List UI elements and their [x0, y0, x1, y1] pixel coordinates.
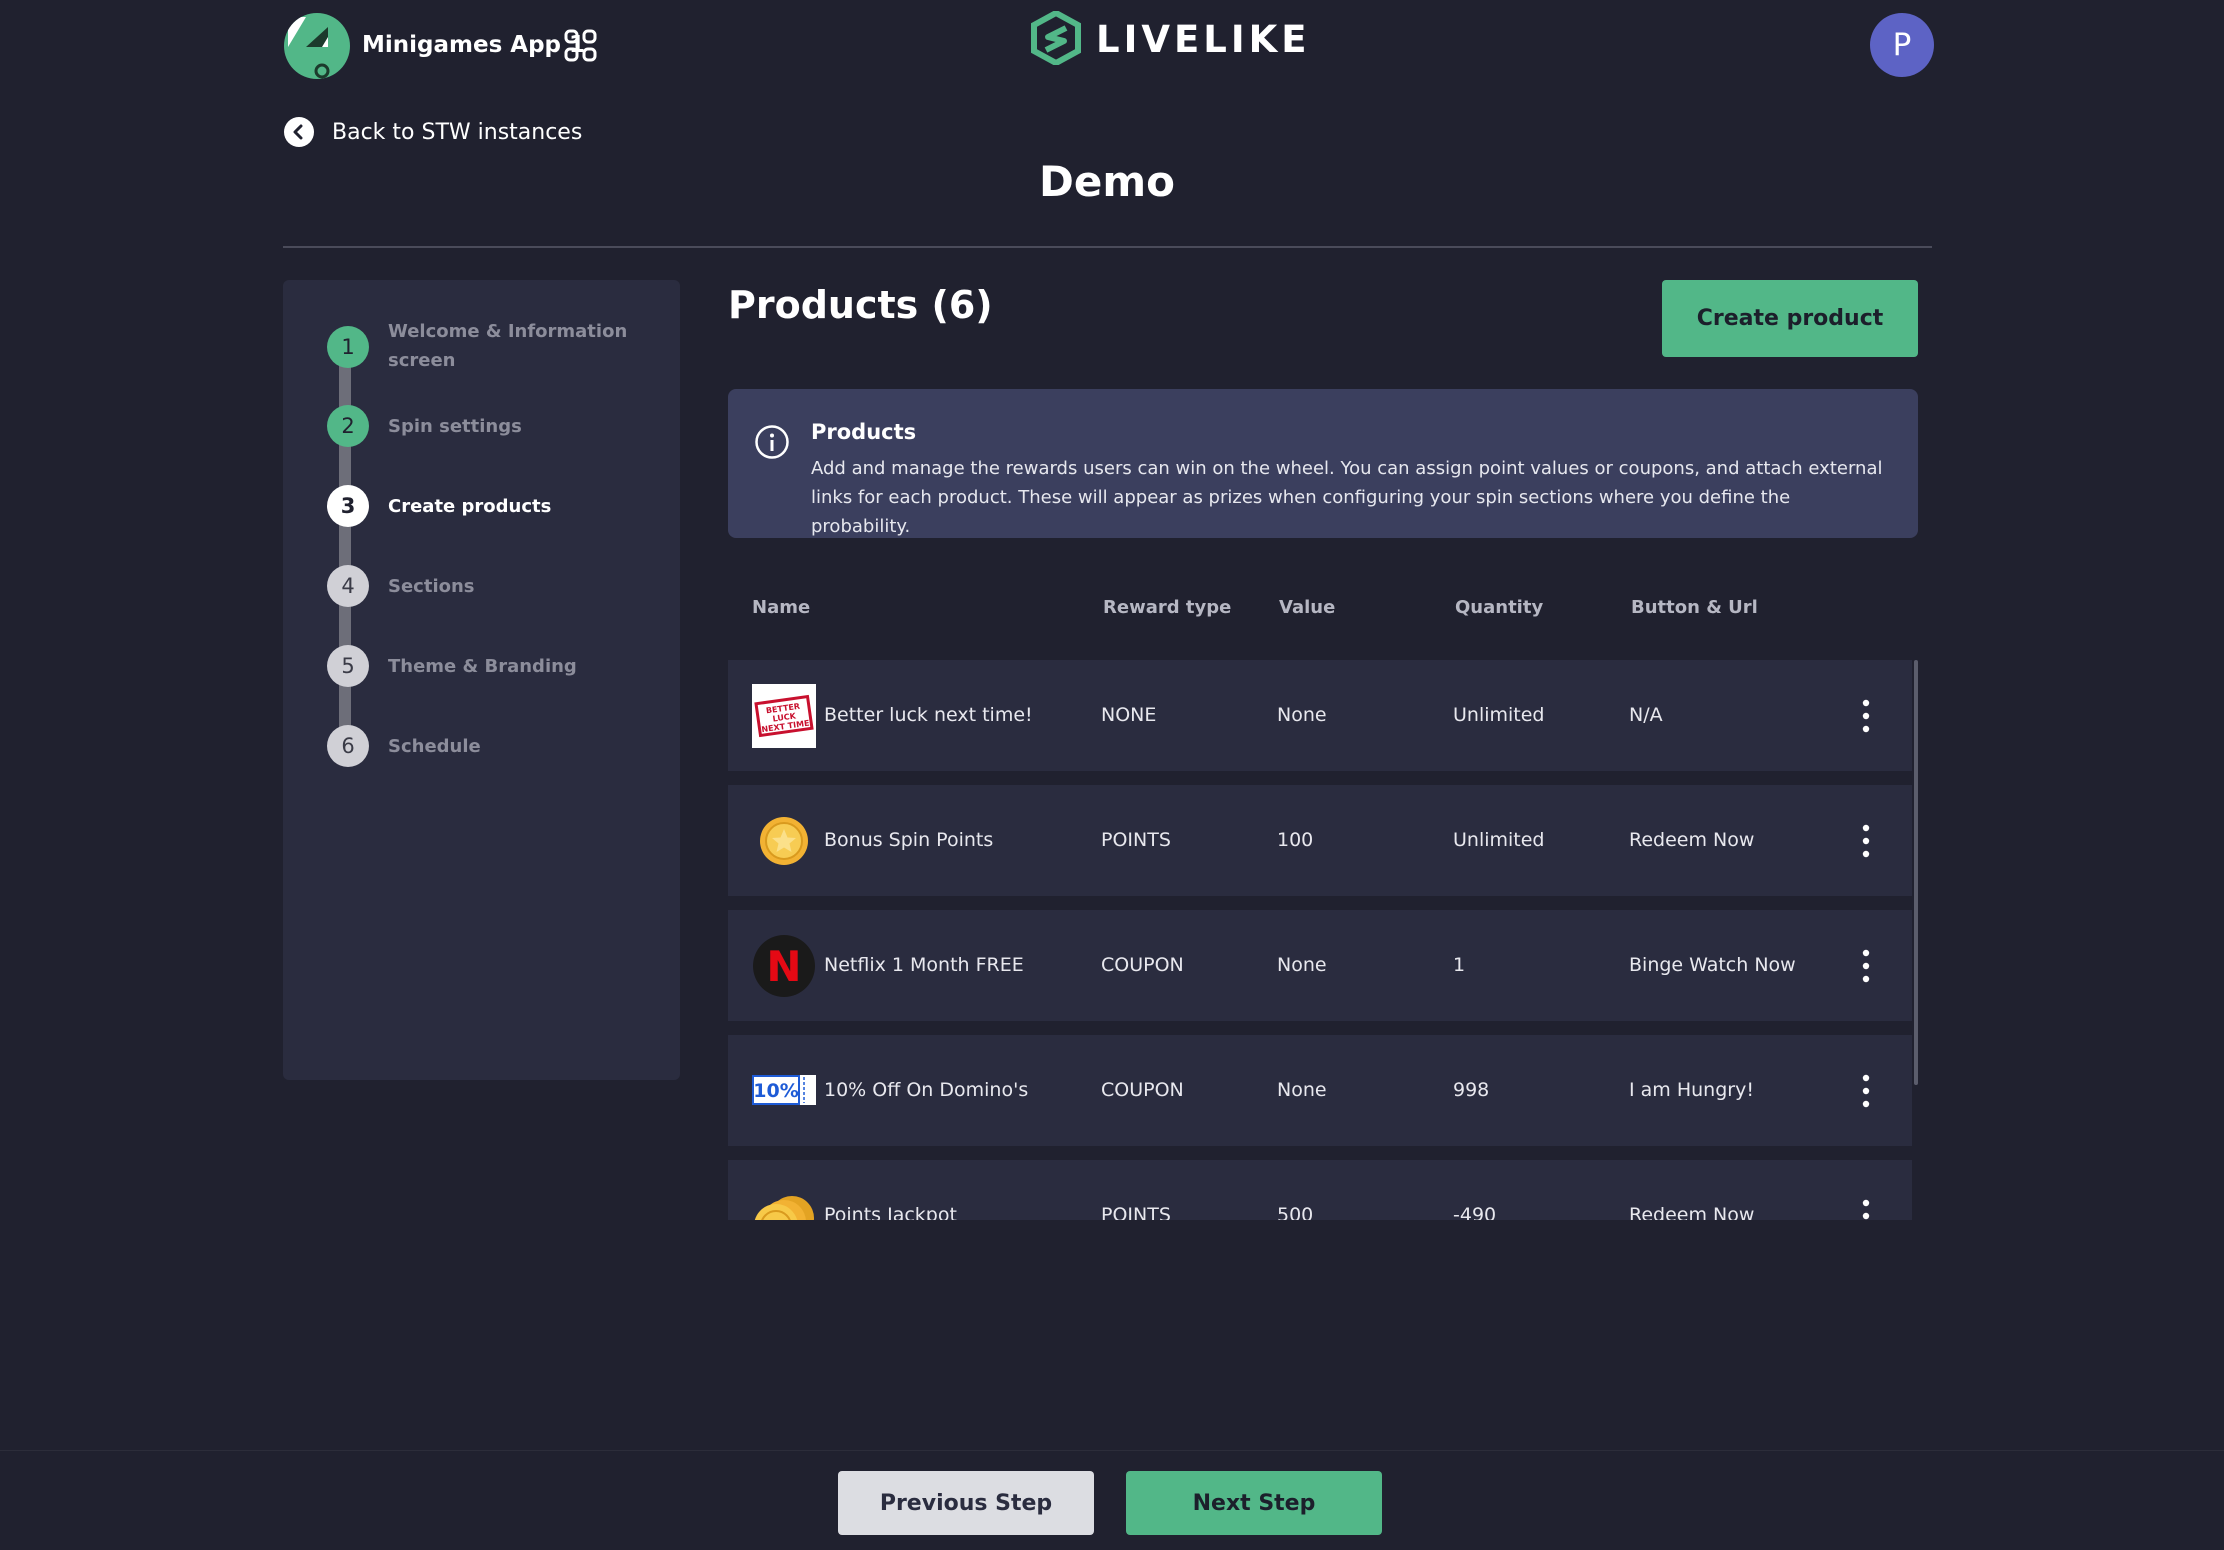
app-logo-icon [284, 13, 350, 79]
products-table[interactable]: BETTER LUCK NEXT TIME Better luck next time… [728, 660, 1918, 1220]
back-link-label: Back to STW instances [332, 119, 583, 145]
info-icon [754, 424, 790, 460]
value-cell: None [1277, 954, 1327, 976]
name-cell: Better luck next time! [824, 704, 1033, 726]
quantity-cell: Unlimited [1453, 704, 1545, 726]
column-header-value[interactable]: Value [1279, 594, 1335, 622]
previous-step-button[interactable]: Previous Step [838, 1471, 1094, 1535]
reward-type-cell: COUPON [1101, 1079, 1184, 1101]
step-label-3[interactable]: Create products [388, 492, 688, 521]
value-cell: None [1277, 704, 1327, 726]
coupon-ticket-icon: 10% [752, 1059, 816, 1123]
button-url-cell: Binge Watch Now [1629, 954, 1796, 976]
table-row[interactable]: 10% 10% Off On Domino's COUPON None 998 I am … [728, 1035, 1912, 1146]
brand-logo: LIVELIKE [1030, 9, 1311, 69]
reward-type-cell: COUPON [1101, 954, 1184, 976]
more-options-icon[interactable] [1856, 821, 1876, 861]
table-row[interactable]: N Netflix 1 Month FREE COUPON None 1 Binge Wa… [728, 910, 1912, 1021]
quantity-cell: 1 [1453, 954, 1466, 976]
header-divider [283, 246, 1932, 248]
column-header-name[interactable]: Name [752, 594, 810, 622]
app-name: Minigames App 1 [362, 32, 586, 58]
button-url-cell: Redeem Now [1629, 829, 1755, 851]
step-number-2[interactable]: 2 [327, 405, 369, 447]
step-number-5[interactable]: 5 [327, 645, 369, 687]
step-label-2[interactable]: Spin settings [388, 412, 688, 441]
button-url-cell: Redeem Now [1629, 1204, 1755, 1220]
back-link[interactable]: Back to STW instances [284, 116, 582, 148]
more-options-icon[interactable] [1856, 946, 1876, 986]
create-product-button[interactable]: Create product [1662, 280, 1918, 357]
value-cell: 100 [1277, 829, 1314, 851]
step-number-3[interactable]: 3 [327, 485, 369, 527]
quantity-cell: 998 [1453, 1079, 1490, 1101]
chevron-left-icon [284, 117, 314, 147]
value-cell: 500 [1277, 1204, 1314, 1220]
table-scrollbar[interactable] [1914, 660, 1918, 1085]
name-cell: Bonus Spin Points [824, 829, 994, 851]
brand-name: LIVELIKE [1096, 18, 1311, 61]
livelike-logo-icon [1030, 9, 1082, 69]
table-row[interactable]: BETTER LUCK NEXT TIME Better luck next time… [728, 660, 1912, 771]
svg-text:10%: 10% [753, 1080, 798, 1102]
reward-type-cell: POINTS [1101, 1204, 1171, 1220]
step-number-4[interactable]: 4 [327, 565, 369, 607]
gold-coin-icon [752, 809, 816, 873]
info-text: Add and manage the rewards users can win… [811, 458, 1883, 537]
svg-text:N: N [766, 942, 801, 991]
name-cell: Points Jackpot [824, 1204, 957, 1220]
value-cell: None [1277, 1079, 1327, 1101]
more-options-icon[interactable] [1856, 1196, 1876, 1220]
products-heading: Products (6) [728, 283, 993, 327]
button-url-cell: N/A [1629, 704, 1663, 726]
better-luck-stamp-icon: BETTER LUCK NEXT TIME [752, 684, 816, 748]
avatar[interactable]: P [1870, 13, 1934, 77]
table-row[interactable]: Bonus Spin Points POINTS 100 Unlimited Redee… [728, 785, 1912, 896]
more-options-icon[interactable] [1856, 1071, 1876, 1111]
name-cell: 10% Off On Domino's [824, 1079, 1029, 1101]
name-cell: Netflix 1 Month FREE [824, 954, 1024, 976]
table-row[interactable]: Points Jackpot POINTS 500 -490 Redeem Now [728, 1160, 1912, 1220]
button-url-cell: I am Hungry! [1629, 1079, 1754, 1101]
reward-type-cell: POINTS [1101, 829, 1171, 851]
footer-divider [0, 1450, 2224, 1451]
step-label-5[interactable]: Theme & Branding [388, 652, 688, 681]
quantity-cell: Unlimited [1453, 829, 1545, 851]
reward-type-cell: NONE [1101, 704, 1157, 726]
step-label-4[interactable]: Sections [388, 572, 688, 601]
step-label-6[interactable]: Schedule [388, 732, 688, 761]
more-options-icon[interactable] [1856, 696, 1876, 736]
next-step-button[interactable]: Next Step [1126, 1471, 1382, 1535]
step-number-1[interactable]: 1 [327, 326, 369, 368]
info-title: Products [811, 420, 917, 444]
step-number-6[interactable]: 6 [327, 725, 369, 767]
coin-stack-icon [752, 1184, 816, 1220]
step-label-1[interactable]: Welcome & Information screen [388, 317, 628, 375]
apps-grid-icon[interactable] [563, 28, 599, 64]
quantity-cell: -490 [1453, 1204, 1497, 1220]
column-header-quantity[interactable]: Quantity [1455, 594, 1543, 622]
column-header-button-url[interactable]: Button & Url [1631, 594, 1758, 622]
column-header-reward-type[interactable]: Reward type [1103, 594, 1231, 622]
page-title: Demo [1039, 157, 1175, 206]
netflix-logo-icon: N [752, 934, 816, 998]
